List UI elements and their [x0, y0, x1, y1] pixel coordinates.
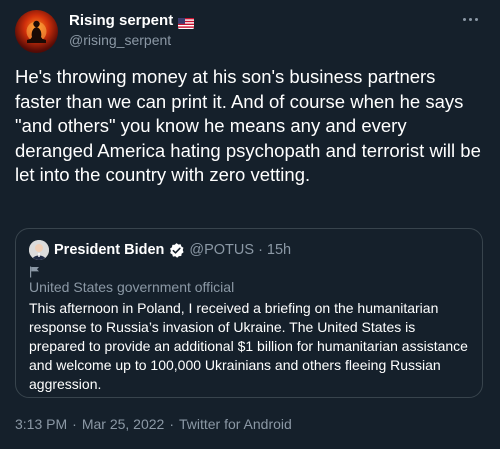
- author-display-name[interactable]: Rising serpent: [69, 12, 173, 29]
- government-label: United States government official: [29, 279, 235, 295]
- tweet-meta: 3:13 PM · Mar 25, 2022 · Twitter for And…: [15, 416, 292, 432]
- quoted-handle: @POTUS: [189, 242, 255, 258]
- dot-icon: [474, 17, 478, 21]
- quoted-name-row: President Biden @POTUS · 15h: [54, 240, 291, 260]
- tweet-time[interactable]: 3:13 PM: [15, 416, 67, 432]
- verified-badge-icon: [168, 242, 185, 259]
- quoted-time: 15h: [266, 242, 292, 258]
- quoted-author-avatar: [29, 240, 49, 260]
- dot-separator: ·: [72, 416, 77, 432]
- author-handle[interactable]: @rising_serpent: [69, 32, 171, 48]
- author-name-row: Rising serpent: [69, 11, 195, 29]
- tweet-source[interactable]: Twitter for Android: [179, 416, 292, 432]
- dot-separator: ·: [258, 242, 263, 258]
- more-options-button[interactable]: [456, 9, 484, 29]
- quoted-tweet[interactable]: President Biden @POTUS · 15h United Stat…: [15, 228, 483, 398]
- us-flag-icon: [178, 16, 195, 29]
- tweet-text: He's throwing money at his son's busines…: [15, 66, 481, 185]
- quoted-tweet-text: This afternoon in Poland, I received a b…: [29, 300, 468, 392]
- government-flag-icon: [29, 265, 41, 278]
- dot-separator: ·: [169, 416, 174, 432]
- tweet-card: Rising serpent @rising_serpent He's thro…: [0, 0, 500, 449]
- dot-icon: [462, 17, 466, 21]
- meditating-figure-icon: [26, 20, 47, 43]
- author-avatar[interactable]: [15, 10, 58, 53]
- quoted-display-name: President Biden: [54, 242, 165, 258]
- dot-icon: [468, 17, 472, 21]
- tweet-date[interactable]: Mar 25, 2022: [82, 416, 165, 432]
- person-icon: [29, 240, 49, 260]
